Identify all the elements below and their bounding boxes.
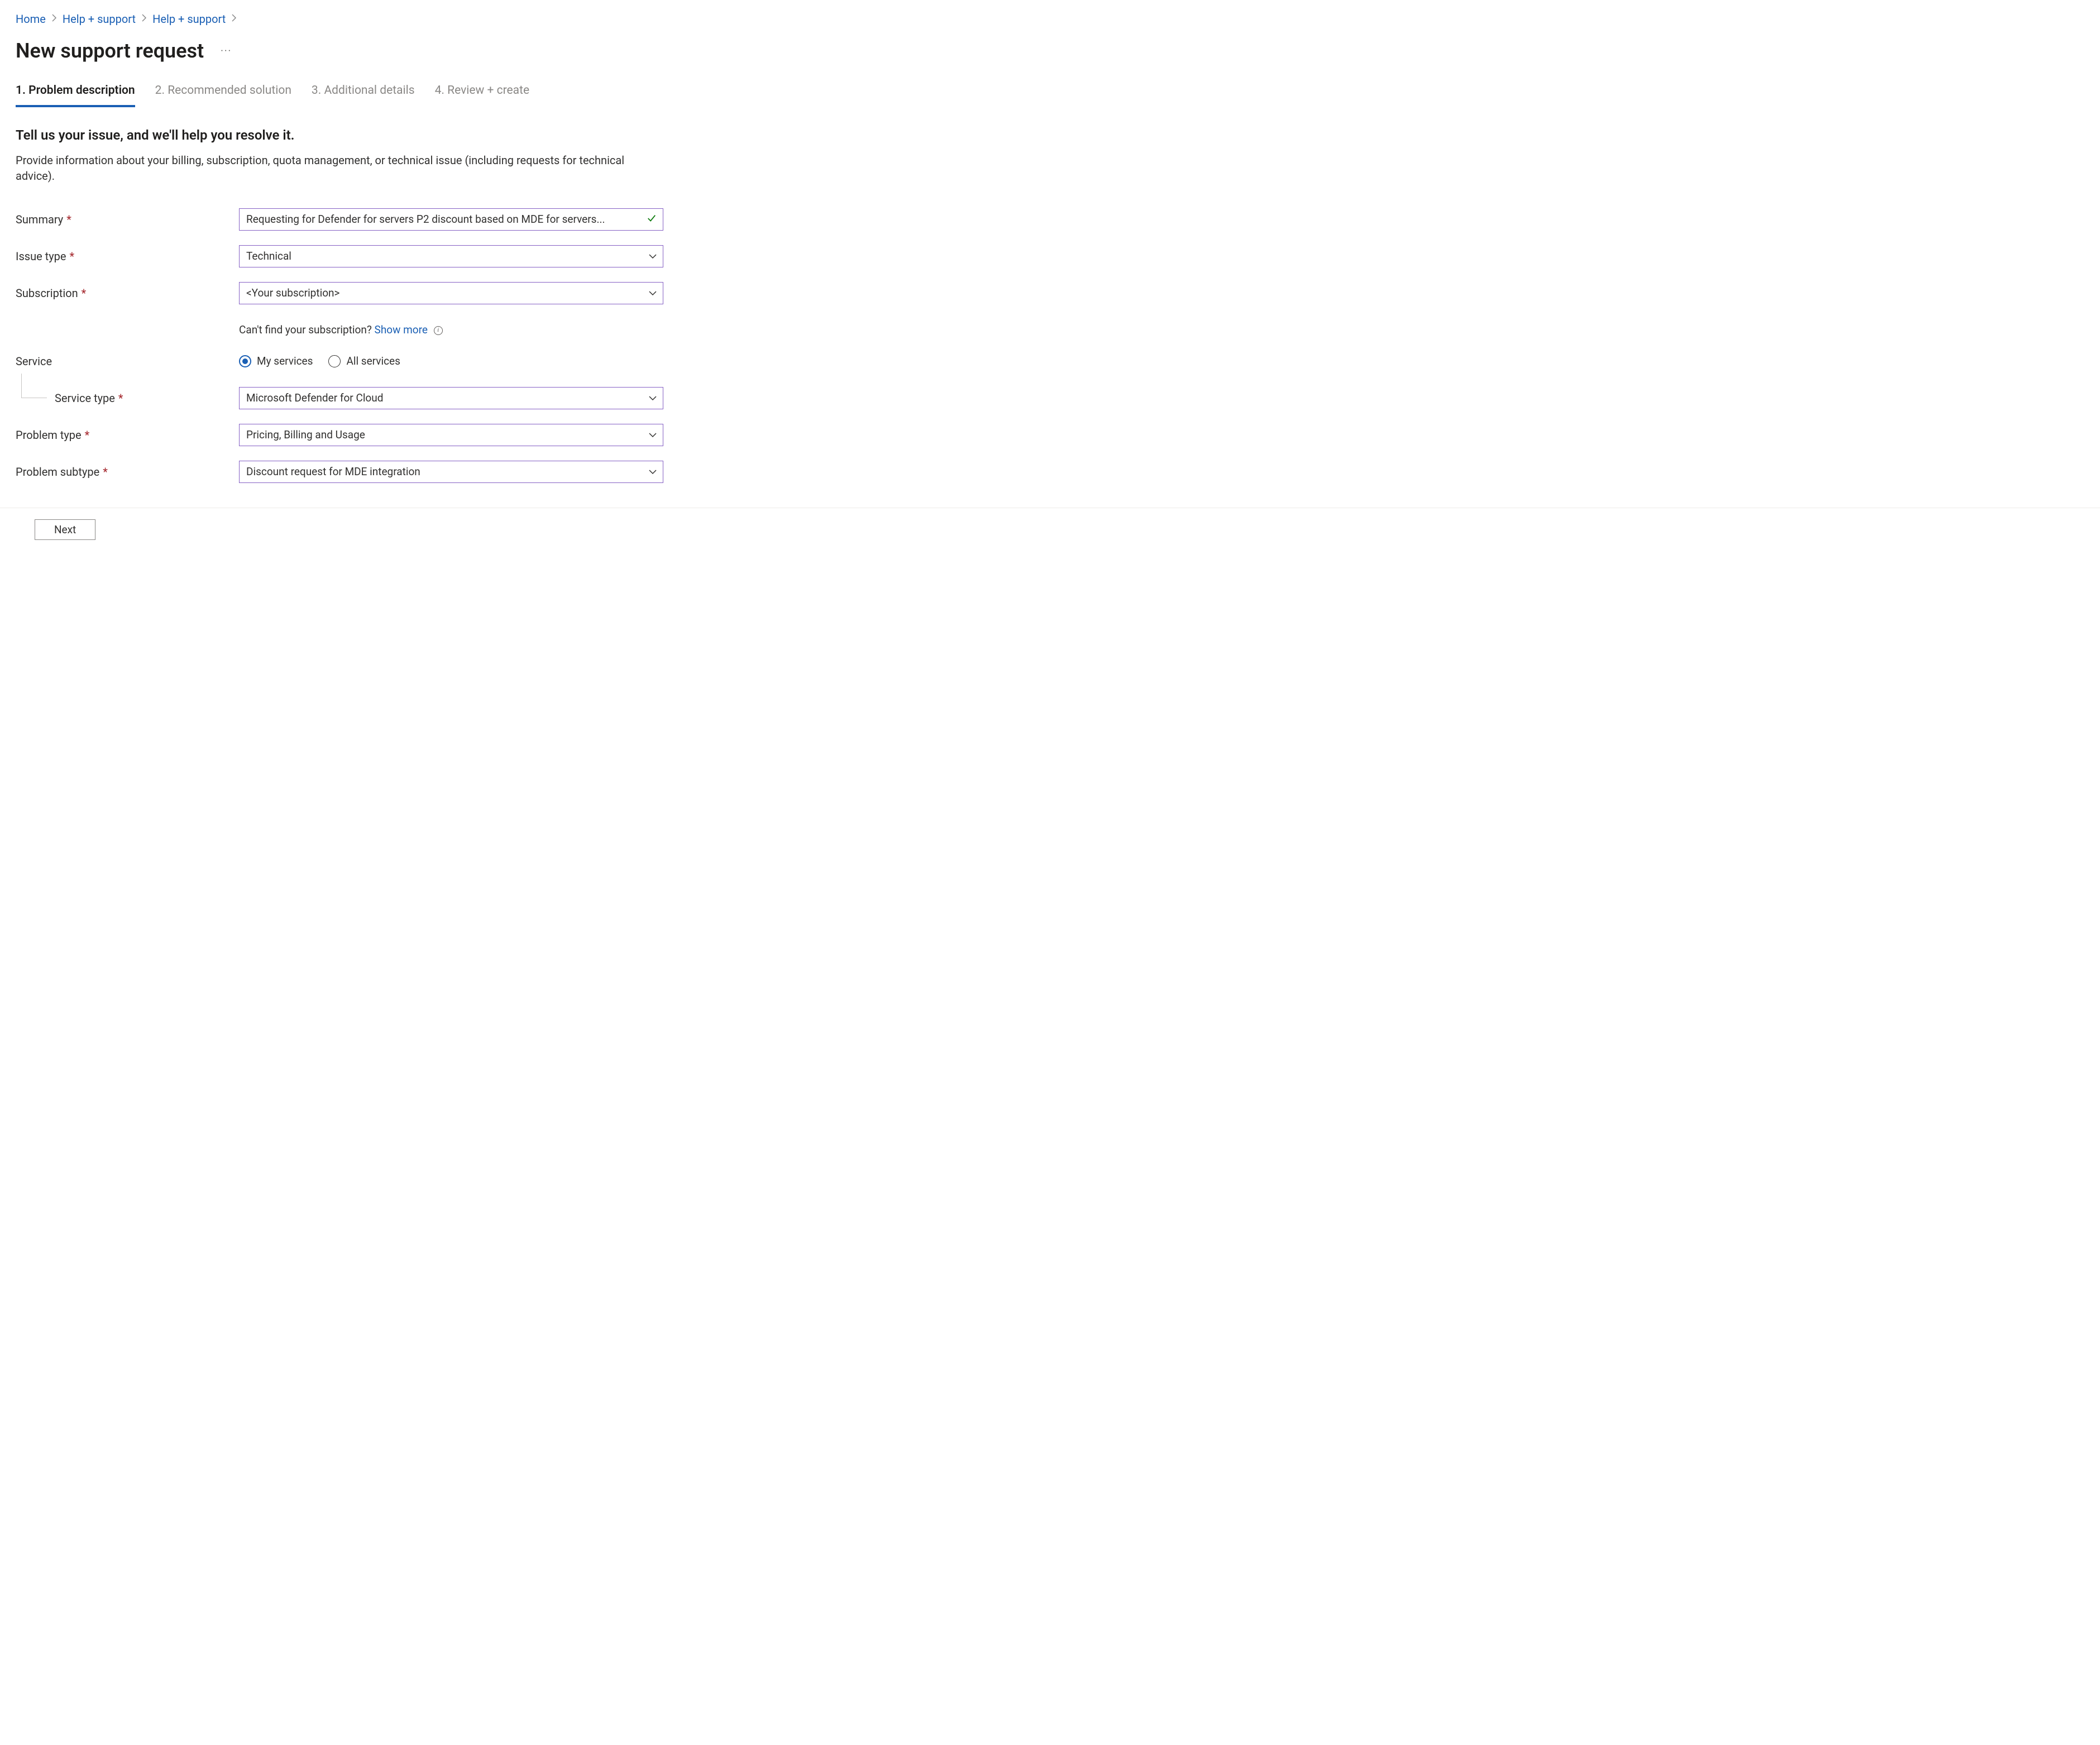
service-type-select[interactable]: Microsoft Defender for Cloud	[239, 387, 663, 409]
required-indicator: *	[85, 427, 90, 443]
wizard-footer: Next	[0, 508, 2100, 551]
issue-type-select[interactable]: Technical	[239, 245, 663, 267]
required-indicator: *	[66, 212, 71, 227]
breadcrumb: Home Help + support Help + support	[16, 11, 2084, 27]
service-type-label: Service type*	[16, 390, 239, 406]
required-indicator: *	[82, 285, 87, 301]
chevron-right-icon	[51, 13, 57, 25]
section-description: Provide information about your billing, …	[16, 152, 647, 184]
required-indicator: *	[103, 464, 108, 480]
breadcrumb-link-help-support-1[interactable]: Help + support	[63, 11, 136, 27]
info-icon[interactable]: i	[434, 326, 443, 335]
radio-all-services-label: All services	[346, 354, 400, 369]
next-button[interactable]: Next	[35, 519, 95, 540]
problem-type-label: Problem type*	[16, 427, 239, 443]
tab-review-create[interactable]: 4. Review + create	[435, 83, 530, 107]
subscription-helper: Can't find your subscription? Show more …	[239, 323, 663, 338]
radio-unchecked-icon	[328, 355, 341, 367]
subscription-select[interactable]: <Your subscription>	[239, 282, 663, 304]
page-title-row: New support request ···	[16, 37, 2084, 65]
breadcrumb-link-home[interactable]: Home	[16, 11, 46, 27]
radio-my-services-label: My services	[257, 354, 313, 369]
tab-recommended-solution[interactable]: 2. Recommended solution	[155, 83, 291, 107]
tab-additional-details[interactable]: 3. Additional details	[312, 83, 415, 107]
issue-type-label: Issue type*	[16, 248, 239, 264]
tree-connector-icon	[21, 374, 47, 398]
problem-subtype-label: Problem subtype*	[16, 464, 239, 480]
problem-type-select[interactable]: Pricing, Billing and Usage	[239, 424, 663, 446]
chevron-right-icon	[231, 13, 237, 25]
problem-subtype-select[interactable]: Discount request for MDE integration	[239, 461, 663, 483]
radio-all-services[interactable]: All services	[328, 354, 400, 369]
required-indicator: *	[70, 248, 75, 264]
required-indicator: *	[118, 390, 123, 406]
radio-checked-icon	[239, 355, 251, 367]
radio-my-services[interactable]: My services	[239, 354, 313, 369]
service-radio-group: My services All services	[239, 354, 663, 369]
breadcrumb-link-help-support-2[interactable]: Help + support	[152, 11, 226, 27]
service-label: Service	[16, 353, 239, 369]
summary-label: Summary*	[16, 212, 239, 227]
tab-problem-description[interactable]: 1. Problem description	[16, 83, 135, 107]
subscription-label: Subscription*	[16, 285, 239, 301]
wizard-tabs: 1. Problem description 2. Recommended so…	[16, 83, 2084, 107]
summary-input[interactable]: Requesting for Defender for servers P2 d…	[239, 208, 663, 231]
page-title: New support request	[16, 37, 204, 65]
more-actions-button[interactable]: ···	[217, 42, 235, 60]
show-more-link[interactable]: Show more	[375, 323, 428, 336]
support-form: Summary* Requesting for Defender for ser…	[16, 208, 2084, 483]
chevron-right-icon	[141, 13, 147, 25]
section-title: Tell us your issue, and we'll help you r…	[16, 126, 2084, 145]
